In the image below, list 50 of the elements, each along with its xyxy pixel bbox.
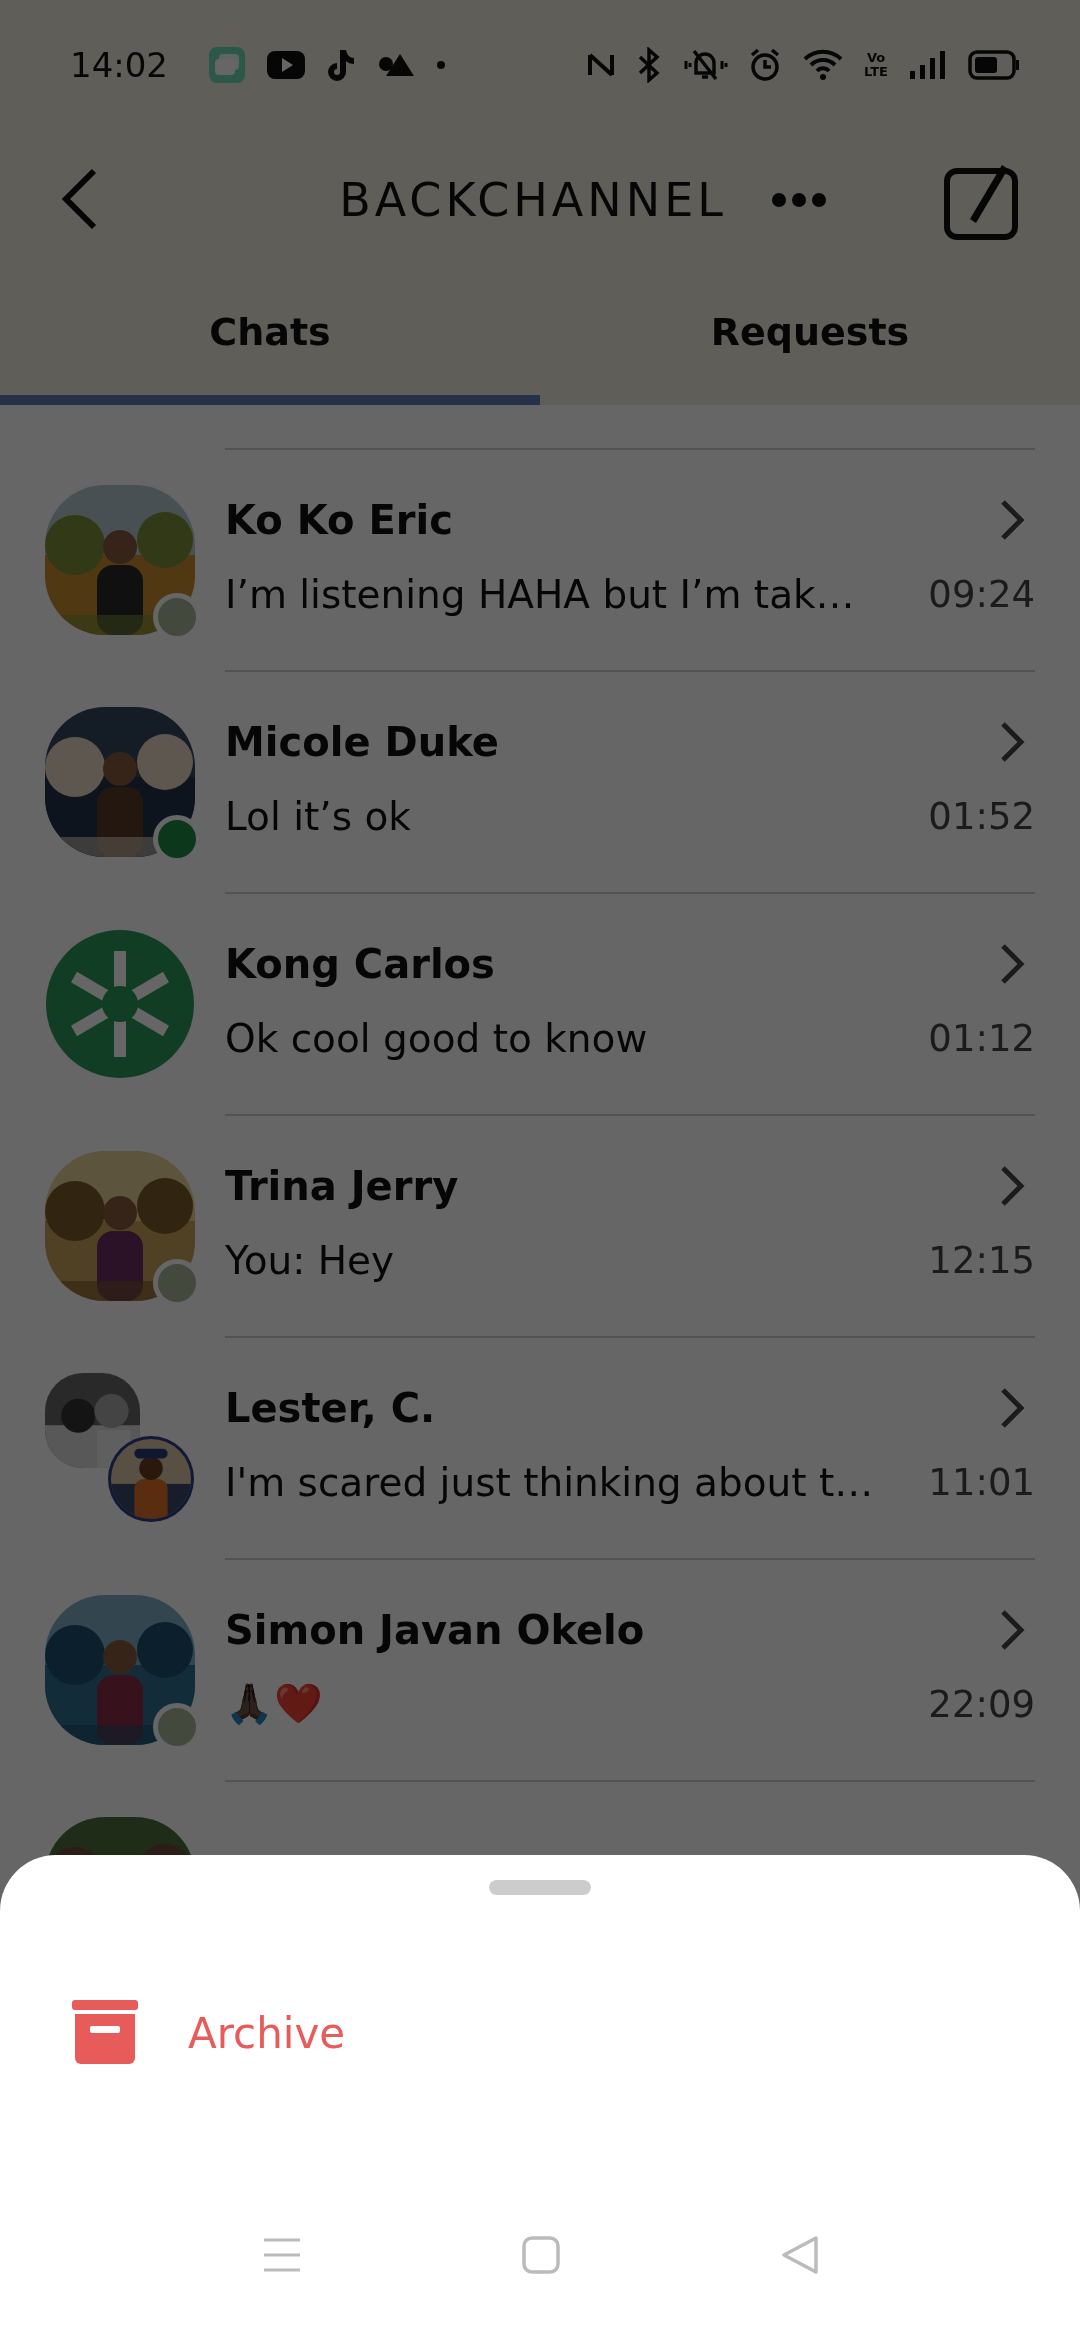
contact-name: Simon Javan Okelo	[225, 1607, 645, 1653]
message-preview: Ok cool good to know	[225, 1015, 648, 1061]
back-triangle-icon[interactable]	[780, 2234, 820, 2276]
message-time: 12:15	[928, 1238, 1035, 1282]
chevron-right-icon	[999, 942, 1025, 986]
muted-bell-icon	[682, 47, 729, 83]
status-time: 14:02	[70, 45, 168, 85]
chat-item[interactable]: Lester, C. I'm scared just thinking about t… 11:01	[225, 1336, 1035, 1558]
play-app-icon	[266, 50, 306, 80]
archive-box-icon	[72, 2000, 138, 2066]
battery-icon	[968, 50, 1020, 80]
message-time: 01:12	[928, 1016, 1035, 1060]
chevron-right-icon	[999, 1608, 1025, 1652]
chevron-right-icon	[999, 1164, 1025, 1208]
music-note-icon	[326, 48, 356, 82]
signal-icon	[908, 49, 948, 81]
message-time: 11:01	[928, 1460, 1035, 1504]
chevron-right-icon	[999, 498, 1025, 542]
asterisk-logo-icon	[45, 929, 195, 1079]
chat-item[interactable]: Kong Carlos Ok cool good to know 01:12	[225, 892, 1035, 1114]
contact-name: Lester, C.	[225, 1385, 436, 1431]
chevron-right-icon	[999, 720, 1025, 764]
message-preview: I'm scared just thinking about t…	[225, 1459, 874, 1505]
contact-name: Kong Carlos	[225, 941, 495, 987]
contact-name: Ko Ko Eric	[225, 497, 453, 543]
wifi-icon	[802, 47, 845, 83]
more-icon[interactable]	[770, 192, 827, 208]
message-time: 22:09	[928, 1682, 1035, 1726]
chat-item[interactable]: Ko Ko Eric I’m listening HAHA but I’m tak… 09:24	[225, 448, 1035, 670]
app-title: BACKCHANNEL	[339, 173, 727, 227]
chat-item[interactable]: Trina Jerry You: Hey 12:15	[225, 1114, 1035, 1336]
contact-name: Micole Duke	[225, 719, 499, 765]
dot-icon	[436, 60, 446, 70]
contact-name: Trina Jerry	[225, 1163, 459, 1209]
message-time: 09:24	[928, 572, 1035, 616]
drag-handle[interactable]	[489, 1880, 591, 1895]
message-preview: I’m listening HAHA but I’m tak…	[225, 571, 855, 617]
menu-icon[interactable]	[262, 2237, 302, 2273]
message-preview: 🙏🏿❤	[225, 1681, 323, 1727]
chevron-right-icon	[999, 1386, 1025, 1430]
tab[interactable]: Requests	[540, 270, 1080, 405]
volte-label: Vo LTE	[864, 51, 888, 79]
message-preview: Lol it’s ok	[225, 793, 411, 839]
message-time: 01:52	[928, 794, 1035, 838]
home-square-icon[interactable]	[521, 2235, 561, 2275]
chat-item[interactable]: Micole Duke Lol it’s ok 01:52	[225, 670, 1035, 892]
message-preview: You: Hey	[225, 1237, 395, 1283]
chat-app-icon	[208, 46, 246, 84]
archive-action[interactable]: Archive	[0, 2000, 346, 2066]
chat-item[interactable]: Simon Javan Okelo 🙏🏿❤ 22:09	[225, 1558, 1035, 1780]
